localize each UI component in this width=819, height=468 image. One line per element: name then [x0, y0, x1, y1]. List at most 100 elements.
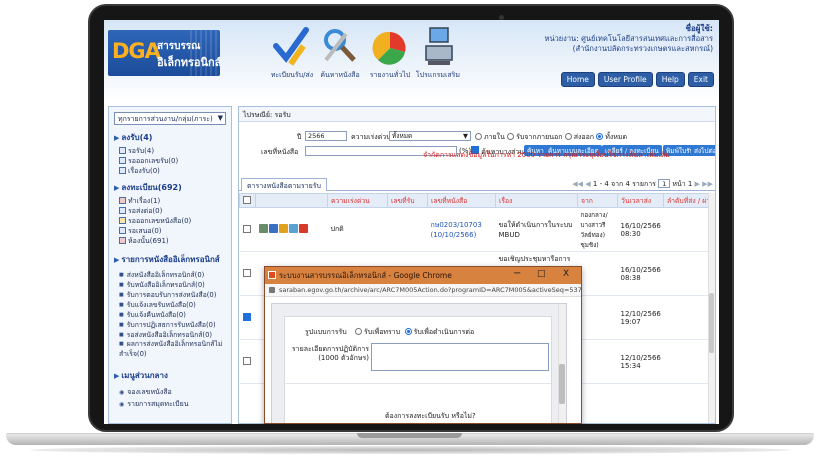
radio-process[interactable]: [404, 328, 412, 335]
popup-title: ระบบงานสารบรรณอิเล็กทรอนิกส์ - Google Ch…: [279, 271, 452, 280]
document-icon: [119, 157, 126, 164]
cell-recvno: [387, 207, 428, 252]
nav-register-label: ทะเบียนรับ/ส่ง: [270, 71, 314, 79]
radio-internal[interactable]: [475, 133, 482, 140]
col-urgency[interactable]: ความเร่งด่วน: [327, 193, 388, 208]
radio-acknowledge[interactable]: [355, 328, 362, 335]
col-select[interactable]: [239, 193, 256, 208]
cell-date: 16/10/2566 08:38: [617, 251, 664, 296]
radio-all[interactable]: [596, 133, 604, 140]
col-from[interactable]: จาก: [577, 193, 618, 208]
radio-external[interactable]: [507, 133, 515, 140]
app-logo[interactable]: DGA สารบรรณ อิเล็กทรอนิกส์: [108, 30, 220, 76]
document-icon: [119, 167, 126, 174]
col-subject[interactable]: เรื่อง: [495, 193, 578, 208]
home-button[interactable]: Home: [560, 72, 595, 87]
sidebar-item-reserve-number[interactable]: จองเลขหนังสือ: [119, 387, 172, 398]
top-buttons: Home User Profile Help Exit: [560, 72, 714, 87]
cell-from: กองกลาง/บางสาวรีวัลย์ทอง) ชุมชิง): [577, 207, 618, 252]
sidebar-item-e-failed[interactable]: ผลการส่งหนังสืออิเล็กทรอนิกส์ไม่สำเร็จ(0…: [119, 339, 229, 359]
nav-search-label: ค้นหาหนังสือ: [320, 71, 360, 79]
col-date[interactable]: วันเวลาส่ง: [617, 193, 664, 208]
radio-outgoing[interactable]: [564, 133, 572, 140]
col-recvno[interactable]: เลขที่รับ: [387, 193, 428, 208]
section-receive[interactable]: ลงรับ(4): [114, 131, 152, 144]
cell-urgency: ปกติ: [327, 207, 388, 252]
document-icon: [119, 207, 126, 214]
sidebar-item-register-books[interactable]: รายการสมุดทะเบียน: [119, 399, 188, 410]
urgency-select[interactable]: ทั้งหมด ▼: [389, 131, 471, 141]
scrollbar-thumb[interactable]: [709, 293, 714, 353]
page-input[interactable]: 1: [658, 179, 671, 188]
cell-sender: [663, 207, 710, 252]
row-checkbox[interactable]: [242, 356, 251, 365]
last-page-icon[interactable]: ▶ ▶▶: [695, 180, 713, 188]
exit-button[interactable]: Exit: [687, 72, 714, 87]
table-row[interactable]: ปกติ กษ0203/10703 (10/10/2566) ขอให้ดำเน…: [239, 207, 710, 252]
year-input[interactable]: 2566: [305, 131, 347, 141]
cell-docno[interactable]: กษ0203/10703 (10/10/2566): [427, 207, 496, 252]
computer-icon: [425, 27, 453, 65]
col-docno[interactable]: เลขที่หนังสือ: [427, 193, 496, 208]
sidebar-item-archived[interactable]: ห้องนั้น(691): [119, 236, 169, 247]
popup-window: ระบบงานสารบรรณอิเล็กทรอนิกส์ - Google Ch…: [264, 266, 582, 424]
sidebar-item-label: ห้องนั้น(691): [128, 237, 169, 245]
section-electronic[interactable]: รายการหนังสืออิเล็กทรอนิกส์: [114, 253, 219, 266]
urgency-label: ความเร่งด่วน: [351, 133, 391, 141]
user-profile-button[interactable]: User Profile: [597, 72, 653, 87]
nav-extras[interactable]: โปรแกรมเสริม: [414, 24, 462, 92]
attachment-icon[interactable]: [258, 224, 268, 233]
nav-search[interactable]: ค้นหาหนังสือ: [316, 24, 364, 92]
popup-scrollbar[interactable]: [558, 304, 566, 423]
section-register[interactable]: ลงทะเบียน(692): [114, 181, 181, 194]
row-checkbox[interactable]: [242, 268, 251, 277]
radio-acknowledge-label: รับเพื่อทราบ: [364, 328, 401, 336]
popup-titlebar[interactable]: ระบบงานสารบรรณอิเล็กทรอนิกส์ - Google Ch…: [265, 267, 581, 284]
user-label: ชื่อผู้ใช้:: [685, 24, 713, 33]
note-textarea[interactable]: [371, 343, 549, 371]
receive-form: รูปแบบการรับ รับเพื่อทราบ รับเพื่อดำเนิน…: [284, 316, 552, 423]
tab-received-list[interactable]: ตารางหนังสือตามรายรับ: [241, 178, 327, 191]
breadcrumb: ไปรษณีย์: รอรับ: [239, 107, 715, 122]
popup-address-bar[interactable]: saraban.egov.go.th/archive/arc/ARC7M005A…: [265, 284, 581, 297]
user-org-sub: (สำนักงานปลัดกระทรวงเกษตรและสหกรณ์): [572, 44, 713, 53]
sidebar-item-label: รอส่งต่อ(0): [128, 207, 163, 215]
receive-type-radios[interactable]: รับเพื่อทราบ รับเพื่อดำเนินการต่อ: [355, 327, 474, 338]
table-scrollbar[interactable]: [708, 193, 715, 423]
sidebar-item-label: รอออกเลขรับ(0): [128, 157, 179, 165]
document-icon: [119, 237, 126, 244]
scrollbar-thumb[interactable]: [559, 364, 565, 404]
minimize-icon[interactable]: −: [513, 268, 521, 279]
cell-date: 12/10/2566 19:07: [617, 295, 664, 340]
row-checkbox[interactable]: [242, 224, 251, 233]
table-header-row: ความเร่งด่วน เลขที่รับ เลขที่หนังสือ เรื…: [239, 193, 710, 208]
forward-button[interactable]: ส่งไปต่อ: [691, 145, 715, 156]
edit-icon[interactable]: [278, 224, 288, 233]
pager: ◀◀ ◀ 1 - 4 จาก 4 รายการ 1 หน้า 1 ▶ ▶▶: [572, 179, 713, 190]
section-central[interactable]: เมนูส่วนกลาง: [114, 369, 167, 382]
forward-icon[interactable]: [288, 224, 298, 233]
first-page-icon[interactable]: ◀◀ ◀: [572, 180, 590, 188]
sidebar-item-label: ทำเรื่อง(1): [128, 197, 161, 205]
maximize-icon[interactable]: □: [537, 269, 546, 279]
select-all-checkbox[interactable]: [243, 195, 251, 204]
document-icon: [119, 227, 126, 234]
tab-bar: ตารางหนังสือตามรายรับ ◀◀ ◀ 1 - 4 จาก 4 ร…: [239, 177, 715, 191]
form-divider: [285, 383, 551, 384]
nav-reports[interactable]: รายงานทั่วไป: [366, 24, 414, 92]
origin-radios[interactable]: ภายใน รับจากภายนอก ส่งออก ทั้งหมด: [475, 132, 627, 143]
sidebar-item-received[interactable]: เรื่องรับ(0): [119, 166, 160, 177]
col-sender[interactable]: ลำดับที่ส่ง / ผ่านต้นส: [663, 193, 710, 208]
user-info: ชื่อผู้ใช้: หน่วยงาน: ศูนย์เทคโนโลยีสารส…: [545, 24, 714, 54]
help-button[interactable]: Help: [655, 72, 685, 87]
nav-register[interactable]: ทะเบียนรับ/ส่ง: [268, 24, 316, 92]
user-org: หน่วยงาน: ศูนย์เทคโนโลยีสารสนเทศและการสื…: [544, 34, 714, 43]
delete-icon[interactable]: [298, 224, 308, 233]
department-select[interactable]: ทุกรายการส่วนงาน/กลุ่ม(ภาระ) ▼: [114, 112, 226, 125]
row-checkbox[interactable]: [242, 312, 251, 321]
close-icon[interactable]: X: [563, 269, 569, 279]
cell-date: 16/10/2566 08:30: [617, 207, 664, 252]
view-icon[interactable]: [268, 224, 278, 233]
screen: DGA สารบรรณ อิเล็กทรอนิกส์ ทะเบียนรับ/ส่…: [104, 20, 719, 424]
pager-total: หน้า 1: [672, 180, 693, 188]
